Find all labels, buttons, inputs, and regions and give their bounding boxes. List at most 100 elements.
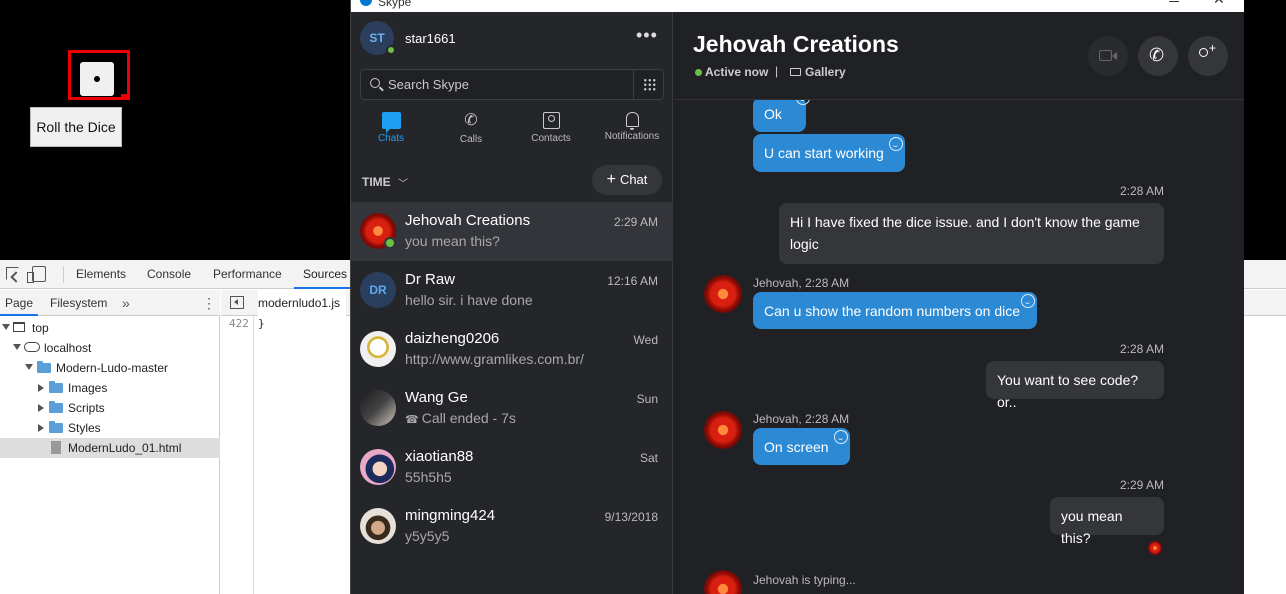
conversation-time: 9/13/2018: [604, 510, 658, 524]
dialpad-icon[interactable]: [643, 78, 656, 91]
skype-sidebar: ST star1661 ••• Chats ✆ Calls Contacts N…: [351, 12, 673, 594]
conversation-item[interactable]: DR Dr Raw hello sir. i have done 12:16 A…: [351, 261, 673, 320]
message-text: Can u show the random numbers on dice: [764, 303, 1021, 319]
online-status-dot: [695, 69, 702, 76]
search-input[interactable]: [388, 70, 628, 99]
conversation-preview: hello sir. i have done: [405, 292, 533, 308]
presence-status: Active now: [705, 65, 769, 79]
avatar: [704, 411, 742, 449]
tree-item-localhost[interactable]: localhost: [0, 338, 220, 358]
frame-icon: [13, 322, 25, 332]
tree-label: top: [32, 321, 49, 335]
avatar: [360, 390, 396, 426]
avatar: [360, 331, 396, 367]
conversation-preview: ☎ Call ended - 7s: [405, 410, 516, 426]
avatar: [360, 449, 396, 485]
video-call-button[interactable]: [1088, 36, 1128, 76]
tab-page[interactable]: Page: [0, 290, 39, 316]
message-text: U can start working: [764, 145, 884, 161]
conversation-item[interactable]: Wang Ge ☎ Call ended - 7s Sun: [351, 379, 673, 438]
window-titlebar[interactable]: Skype ✕: [351, 0, 1244, 12]
conversation-time: Sat: [639, 451, 658, 465]
audio-call-button[interactable]: ✆: [1138, 36, 1178, 76]
message-bubble[interactable]: U can start working: [753, 134, 905, 172]
sort-label[interactable]: TIME: [362, 175, 391, 189]
avatar: [360, 508, 396, 544]
conversation-item[interactable]: mingming424 y5y5y5 9/13/2018: [351, 497, 673, 556]
conversation-item[interactable]: Jehovah Creations you mean this? 2:29 AM: [351, 202, 673, 261]
message-sender: Jehovah, 2:28 AM: [753, 412, 850, 426]
message-bubble[interactable]: Can u show the random numbers on dice: [753, 292, 1037, 329]
kebab-menu-icon[interactable]: ⋮: [202, 295, 216, 312]
message-bubble[interactable]: Hi I have fixed the dice issue. and I do…: [779, 203, 1164, 264]
more-tabs-icon[interactable]: »: [122, 295, 130, 311]
new-chat-button[interactable]: + Chat: [592, 165, 662, 195]
tab-sources[interactable]: Sources: [294, 260, 357, 289]
tab-elements[interactable]: Elements: [76, 260, 126, 289]
collapse-arrow-icon[interactable]: [38, 404, 44, 412]
typing-indicator: Jehovah is typing...: [753, 573, 856, 587]
message-bubble[interactable]: On screen: [753, 428, 850, 465]
message-bubble[interactable]: Ok: [753, 91, 810, 132]
message-time: 2:28 AM: [1120, 342, 1165, 356]
gallery-icon[interactable]: [790, 68, 801, 76]
smiley-icon[interactable]: [834, 430, 848, 444]
toggle-navigator-icon[interactable]: [230, 296, 244, 309]
conversation-item[interactable]: daizheng0206 http://www.gramlikes.com.br…: [351, 320, 673, 379]
close-icon[interactable]: ✕: [1213, 0, 1225, 6]
code-line[interactable]: }: [258, 317, 265, 330]
smiley-icon[interactable]: [1021, 294, 1035, 308]
more-options-icon[interactable]: •••: [636, 25, 658, 46]
expand-arrow-icon[interactable]: [25, 364, 33, 370]
expand-arrow-icon[interactable]: [2, 324, 10, 330]
add-person-icon: [1199, 41, 1216, 57]
editor-file-tab[interactable]: modernludo1.js: [258, 290, 347, 316]
search-box[interactable]: [360, 69, 664, 100]
message-text: Ok: [764, 106, 782, 122]
message-bubble[interactable]: You want to see code? or..: [986, 361, 1164, 410]
device-toolbar-icon[interactable]: [27, 266, 46, 283]
nav-contacts[interactable]: Contacts: [511, 112, 591, 152]
tree-item-scripts[interactable]: Scripts: [0, 398, 220, 418]
conversation-name: mingming424: [405, 507, 496, 524]
navigator-tabbar: Page Filesystem » ⋮: [0, 290, 220, 316]
tab-performance[interactable]: Performance: [213, 260, 282, 289]
expand-arrow-icon[interactable]: [13, 344, 21, 350]
minimize-icon[interactable]: [1169, 1, 1179, 2]
smiley-icon[interactable]: [889, 137, 903, 151]
conversation-preview: y5y5y5: [405, 528, 450, 544]
folder-icon: [49, 421, 63, 433]
chat-panel: Ok U can start working 2:28 AM Hi I have…: [674, 12, 1244, 594]
profile-name[interactable]: star1661: [405, 31, 456, 46]
chevron-down-icon[interactable]: ﹀: [398, 175, 408, 190]
gallery-link[interactable]: Gallery: [805, 65, 846, 79]
folder-icon: [37, 361, 51, 373]
tree-item-modern-ludo-master[interactable]: Modern-Ludo-master: [0, 358, 220, 378]
online-status-dot: [384, 237, 396, 249]
tab-console[interactable]: Console: [147, 260, 191, 289]
message-bubble[interactable]: you mean this?: [1050, 497, 1164, 546]
tree-item-images[interactable]: Images: [0, 378, 220, 398]
nav-label: Chats: [377, 133, 405, 144]
folder-icon: [49, 381, 63, 393]
conversation-item[interactable]: xiaotian88 55h5h5 Sat: [351, 438, 673, 497]
tree-item-styles[interactable]: Styles: [0, 418, 220, 438]
chat-title[interactable]: Jehovah Creations: [693, 31, 899, 58]
message-time: 2:29 AM: [1120, 478, 1165, 492]
tab-filesystem[interactable]: Filesystem: [50, 290, 107, 316]
message-sender: Jehovah, 2:28 AM: [753, 276, 850, 290]
nav-notifications[interactable]: Notifications: [592, 112, 672, 152]
add-people-button[interactable]: [1188, 36, 1228, 76]
read-receipt-avatar: [1148, 541, 1162, 555]
nav-chats[interactable]: Chats: [351, 112, 431, 152]
nav-calls[interactable]: ✆ Calls: [431, 112, 511, 152]
tree-item-modernludo-html[interactable]: ModernLudo_01.html: [0, 438, 220, 458]
tree-item-top[interactable]: top: [0, 318, 220, 338]
search-icon: [370, 78, 380, 88]
dice[interactable]: [80, 62, 114, 96]
inspect-element-icon[interactable]: [6, 267, 19, 280]
roll-dice-button[interactable]: Roll the Dice: [30, 107, 122, 147]
collapse-arrow-icon[interactable]: [38, 424, 44, 432]
collapse-arrow-icon[interactable]: [38, 384, 44, 392]
online-status-dot: [386, 45, 396, 55]
